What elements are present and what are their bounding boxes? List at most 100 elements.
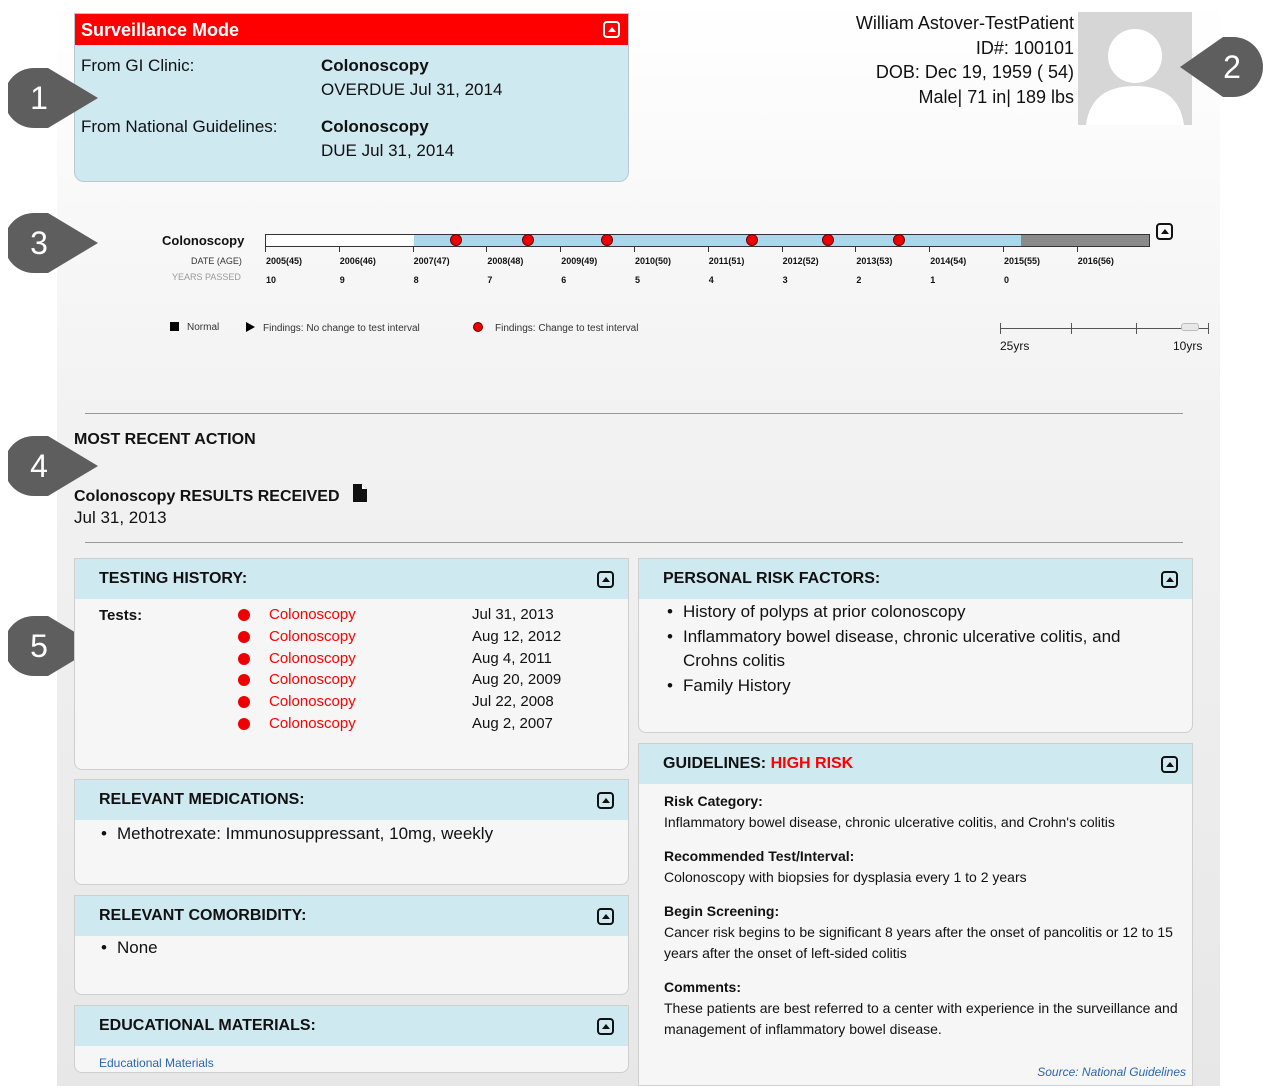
red-dot-icon	[238, 674, 250, 687]
collapse-icon[interactable]	[597, 571, 614, 588]
timeline-tick	[1076, 247, 1078, 252]
test-link[interactable]: Colonoscopy	[269, 693, 356, 710]
timeline-years-label: 5	[635, 275, 641, 285]
panel-title: RELEVANT MEDICATIONS:	[99, 791, 305, 808]
timeline-date-label: 2010(50)	[635, 256, 672, 266]
red-dot-icon	[238, 609, 250, 621]
legend-normal: Normal	[170, 322, 219, 333]
timeline-tick	[855, 247, 857, 252]
timeline-years-header: YEARS PASSED	[172, 272, 241, 282]
test-date: Aug 4, 2011	[472, 649, 552, 667]
patient-stats: Male| 71 in| 189 lbs	[918, 86, 1074, 107]
timeline-finding-marker[interactable]	[893, 234, 905, 246]
timeline-years-label: 4	[708, 275, 714, 285]
red-dot-icon	[238, 652, 250, 665]
timeline-years-label: 6	[561, 275, 567, 285]
collapse-icon[interactable]	[603, 21, 620, 38]
patient-id: ID#: 100101	[975, 37, 1074, 58]
tests-label: Tests:	[99, 607, 143, 624]
test-link[interactable]: Colonoscopy	[269, 606, 356, 623]
avatar	[1078, 12, 1192, 125]
timeline-finding-marker[interactable]	[522, 234, 534, 246]
slider-handle[interactable]	[1181, 323, 1199, 331]
timeline-years-label: 3	[782, 275, 788, 285]
divider	[85, 542, 1183, 543]
timeline-years-label: 0	[1004, 275, 1010, 285]
guideline-text: Colonoscopy with biopsies for dysplasia …	[664, 869, 1027, 885]
timeline-finding-marker[interactable]	[822, 234, 834, 246]
callout-marker: 3	[8, 211, 118, 275]
avatar-silhouette-icon	[1086, 29, 1184, 125]
collapse-icon[interactable]	[597, 908, 614, 925]
timeline-tick	[634, 247, 635, 252]
panel-title: EDUCATIONAL MATERIALS:	[99, 1017, 316, 1034]
scale-right-label: 10yrs	[1173, 339, 1203, 353]
timeline-date-label: 2011(51)	[708, 256, 745, 266]
test-link[interactable]: Colonoscopy	[269, 671, 356, 688]
red-dot-icon	[238, 630, 250, 643]
guideline-text: Inflammatory bowel disease, chronic ulce…	[664, 814, 1115, 830]
test-link[interactable]: Colonoscopy	[269, 715, 356, 732]
timeline-date-label: 2005(45)	[266, 256, 303, 266]
collapse-icon[interactable]	[1161, 571, 1178, 588]
list-item: History of polyps at prior colonoscopy	[665, 600, 1172, 625]
guideline-heading: Recommended Test/Interval:	[664, 848, 855, 864]
patient-info: William Astover-TestPatient ID#: 100101 …	[856, 11, 1074, 109]
panel-title: TESTING HISTORY:	[99, 570, 248, 587]
education-panel: EDUCATIONAL MATERIALS: Educational Mater…	[74, 1005, 629, 1073]
panel-title: PERSONAL RISK FACTORS:	[663, 570, 881, 587]
guidelines-source: Source: National Guidelines	[1037, 1065, 1186, 1079]
timeline-date-label: 2006(46)	[339, 256, 376, 266]
square-icon	[170, 322, 179, 331]
patient-dob: DOB: Dec 19, 1959 ( 54)	[875, 62, 1074, 82]
surveillance-test: Colonoscopy	[321, 117, 429, 136]
timeline-years-label: 7	[487, 275, 493, 285]
medications-panel: RELEVANT MEDICATIONS: Methotrexate: Immu…	[74, 779, 629, 885]
guideline-heading: Risk Category:	[664, 793, 763, 809]
timeline-date-label: 2015(55)	[1004, 256, 1041, 266]
timeline-years-label: 9	[339, 275, 345, 285]
document-icon[interactable]	[352, 483, 368, 503]
timeline-tick	[560, 247, 562, 252]
timeline-finding-marker[interactable]	[601, 234, 613, 246]
timeline-date-label: 2008(48)	[487, 256, 524, 266]
test-link[interactable]: Colonoscopy	[269, 650, 356, 667]
collapse-icon[interactable]	[1156, 223, 1173, 240]
educational-materials-link[interactable]: Educational Materials	[99, 1056, 214, 1070]
timeline-tick	[486, 247, 488, 252]
collapse-icon[interactable]	[1161, 756, 1178, 773]
list-item: Methotrexate: Immunosuppressant, 10mg, w…	[99, 824, 628, 844]
panel-header: EDUCATIONAL MATERIALS:	[75, 1006, 628, 1046]
surveillance-status: DUE Jul 31, 2014	[321, 141, 455, 160]
timeline-finding-marker[interactable]	[450, 234, 462, 246]
risk-factors-panel: PERSONAL RISK FACTORS: History of polyps…	[638, 558, 1193, 733]
guideline-heading: Comments:	[664, 979, 742, 995]
timeline-date-label: 2014(54)	[930, 256, 967, 266]
timeline-finding-marker[interactable]	[746, 234, 758, 246]
recent-action-title: Colonoscopy RESULTS RECEIVED	[74, 483, 368, 506]
timeline-years-label: 2	[856, 275, 862, 285]
test-link[interactable]: Colonoscopy	[269, 628, 356, 645]
red-dot-icon	[238, 696, 250, 709]
timeline-tick	[781, 247, 783, 252]
timeline-tick	[929, 247, 931, 252]
zoom-slider[interactable]	[1000, 320, 1210, 338]
comorbidity-panel: RELEVANT COMORBIDITY: None	[74, 895, 629, 995]
legend-no-change: Findings: No change to test interval	[246, 322, 420, 334]
test-date: Aug 20, 2009	[472, 671, 562, 689]
panel-header: GUIDELINES: HIGH RISK	[639, 744, 1192, 784]
timeline-bar	[265, 234, 1150, 247]
panel-header: RELEVANT MEDICATIONS:	[75, 780, 628, 820]
testing-history-panel: TESTING HISTORY: Tests: Colonoscopy Jul 3…	[74, 558, 629, 770]
list-item: None	[99, 938, 628, 958]
test-date: Jul 31, 2013	[472, 606, 554, 623]
panel-title: GUIDELINES:	[663, 755, 771, 772]
guideline-text: Cancer risk begins to be significant 8 y…	[664, 924, 1173, 961]
collapse-icon[interactable]	[597, 1018, 614, 1035]
timeline-years-label: 1	[930, 275, 936, 285]
timeline-surveillance-segment	[414, 235, 1021, 246]
list-item: Inflammatory bowel disease, chronic ulce…	[665, 625, 1172, 674]
timeline-label: Colonoscopy	[162, 233, 245, 248]
collapse-icon[interactable]	[597, 792, 614, 809]
timeline-tick	[1003, 247, 1004, 252]
